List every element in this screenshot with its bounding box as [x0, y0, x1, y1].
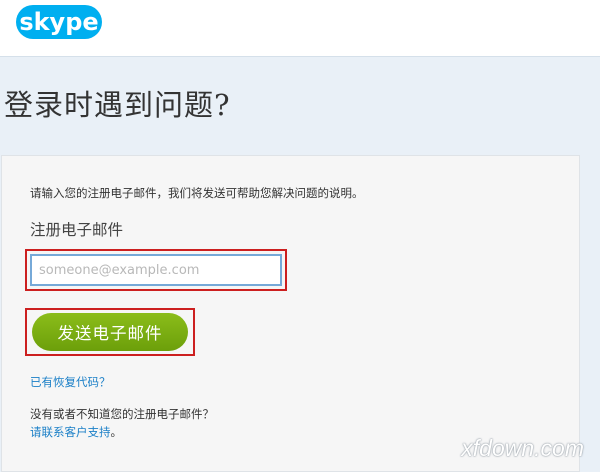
header: skype: [0, 0, 600, 57]
email-input[interactable]: [30, 254, 282, 286]
support-question: 没有或者不知道您的注册电子邮件？: [30, 407, 214, 421]
support-suffix: 。: [110, 425, 123, 439]
recovery-code-link[interactable]: 已有恢复代码？: [30, 374, 111, 390]
skype-logo[interactable]: skype: [16, 3, 102, 41]
email-label: 注册电子邮件: [30, 221, 124, 239]
recovery-form-card: 请输入您的注册电子邮件，我们将发送可帮助您解决问题的说明。 注册电子邮件 发送电…: [1, 155, 580, 472]
button-highlight-box: 发送电子邮件: [25, 308, 195, 356]
instruction-text: 请输入您的注册电子邮件，我们将发送可帮助您解决问题的说明。: [30, 186, 364, 200]
input-highlight-box: [25, 249, 287, 291]
send-email-button[interactable]: 发送电子邮件: [32, 313, 188, 351]
logo-text: skype: [19, 8, 98, 36]
watermark: xfdown.com: [461, 435, 584, 461]
page-title: 登录时遇到问题?: [4, 88, 231, 122]
contact-support-link[interactable]: 请联系客户支持: [30, 425, 111, 439]
support-line: 请联系客户支持。: [30, 424, 122, 440]
